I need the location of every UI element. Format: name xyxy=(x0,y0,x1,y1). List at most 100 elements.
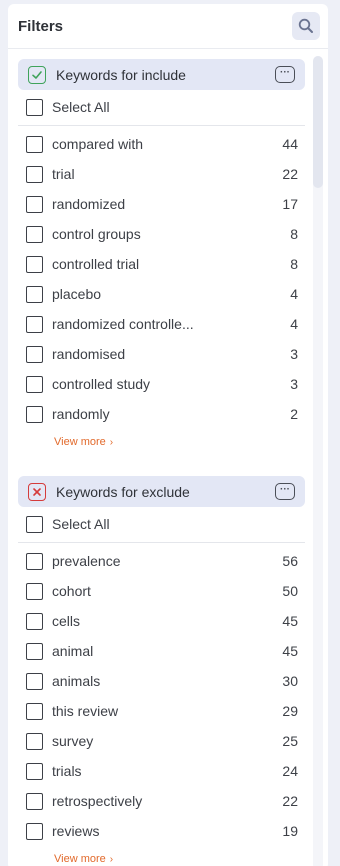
chevron-right-icon: › xyxy=(109,436,114,448)
keyword-label: controlled trial xyxy=(52,256,140,272)
keyword-row[interactable]: randomly 2 xyxy=(26,402,298,426)
keyword-row[interactable]: randomized 17 xyxy=(26,192,298,216)
keyword-label: trial xyxy=(52,166,75,182)
checkbox[interactable] xyxy=(26,315,43,333)
keyword-count: 44 xyxy=(282,136,298,152)
search-button[interactable] xyxy=(292,12,320,40)
keyword-row[interactable]: this review 29 xyxy=(26,699,298,723)
checkbox[interactable] xyxy=(26,515,43,533)
keyword-row[interactable]: randomized controlle... 4 xyxy=(26,312,298,336)
divider xyxy=(18,542,305,543)
keyword-label: control groups xyxy=(52,226,141,242)
exclude-view-more-link[interactable]: View more › xyxy=(54,853,113,865)
checkbox[interactable] xyxy=(26,225,43,243)
keyword-row[interactable]: survey 25 xyxy=(26,729,298,753)
keyword-row[interactable]: animals 30 xyxy=(26,669,298,693)
keyword-count: 3 xyxy=(290,346,298,362)
keyword-label: randomized xyxy=(52,196,126,212)
include-more-button[interactable]: ··· xyxy=(275,66,295,83)
keyword-count: 4 xyxy=(290,316,298,332)
keyword-row[interactable]: controlled trial 8 xyxy=(26,252,298,276)
keyword-label: randomized controlle... xyxy=(52,316,194,332)
keyword-row[interactable]: randomised 3 xyxy=(26,342,298,366)
view-more-label: View more xyxy=(54,436,106,448)
include-check-icon xyxy=(28,65,46,84)
keyword-label: randomised xyxy=(52,346,126,362)
checkbox[interactable] xyxy=(26,375,43,393)
exclude-more-button[interactable]: ··· xyxy=(275,483,295,500)
keyword-row[interactable]: placebo 4 xyxy=(26,282,298,306)
keyword-row[interactable]: control groups 8 xyxy=(26,222,298,246)
filters-header: Filters xyxy=(8,4,328,49)
more-icon: ··· xyxy=(280,483,290,495)
checkbox[interactable] xyxy=(26,732,43,750)
include-view-more-link[interactable]: View more › xyxy=(54,436,113,448)
checkbox[interactable] xyxy=(26,345,43,363)
checkbox[interactable] xyxy=(26,792,43,810)
keyword-label: survey xyxy=(52,733,94,749)
keyword-row[interactable]: reviews 19 xyxy=(26,819,298,843)
keyword-row[interactable]: prevalence 56 xyxy=(26,549,298,573)
checkbox[interactable] xyxy=(26,672,43,690)
keyword-row[interactable]: cells 45 xyxy=(26,609,298,633)
scrollbar-thumb[interactable] xyxy=(313,56,323,188)
search-icon xyxy=(298,18,313,33)
checkbox[interactable] xyxy=(26,642,43,660)
checkbox[interactable] xyxy=(26,582,43,600)
keyword-row[interactable]: controlled study 3 xyxy=(26,372,298,396)
keyword-count: 19 xyxy=(282,823,298,839)
keyword-label: retrospectively xyxy=(52,793,143,809)
keyword-count: 56 xyxy=(282,553,298,569)
checkbox[interactable] xyxy=(26,405,43,423)
more-icon: ··· xyxy=(280,66,290,78)
keyword-count: 45 xyxy=(282,643,298,659)
keyword-count: 24 xyxy=(282,763,298,779)
keyword-count: 8 xyxy=(290,256,298,272)
checkbox[interactable] xyxy=(26,255,43,273)
checkbox[interactable] xyxy=(26,612,43,630)
keyword-count: 17 xyxy=(282,196,298,212)
keyword-count: 50 xyxy=(282,583,298,599)
keyword-count: 8 xyxy=(290,226,298,242)
filters-title: Filters xyxy=(18,17,64,35)
keyword-label: reviews xyxy=(52,823,100,839)
checkbox[interactable] xyxy=(26,195,43,213)
checkbox[interactable] xyxy=(26,98,43,116)
keyword-row[interactable]: trial 22 xyxy=(26,162,298,186)
keyword-label: cohort xyxy=(52,583,91,599)
include-group-header[interactable]: Keywords for include ··· xyxy=(18,59,305,90)
keyword-row[interactable]: retrospectively 22 xyxy=(26,789,298,813)
keyword-count: 45 xyxy=(282,613,298,629)
keyword-row[interactable]: compared with 44 xyxy=(26,132,298,156)
keyword-row[interactable]: trials 24 xyxy=(26,759,298,783)
checkbox[interactable] xyxy=(26,285,43,303)
view-more-label: View more xyxy=(54,853,106,865)
include-select-all[interactable]: Select All xyxy=(26,95,298,119)
select-all-label: Select All xyxy=(52,516,110,532)
keyword-count: 4 xyxy=(290,286,298,302)
checkbox[interactable] xyxy=(26,822,43,840)
checkbox[interactable] xyxy=(26,702,43,720)
keyword-label: this review xyxy=(52,703,119,719)
keyword-row[interactable]: animal 45 xyxy=(26,639,298,663)
checkbox[interactable] xyxy=(26,165,43,183)
keyword-label: animal xyxy=(52,643,94,659)
include-group-title: Keywords for include xyxy=(56,66,186,83)
divider xyxy=(18,125,305,126)
keyword-label: cells xyxy=(52,613,81,629)
checkbox[interactable] xyxy=(26,762,43,780)
keyword-count: 22 xyxy=(282,166,298,182)
keyword-label: compared with xyxy=(52,136,144,152)
keyword-label: prevalence xyxy=(52,553,121,569)
exclude-group-header[interactable]: Keywords for exclude ··· xyxy=(18,476,305,507)
keyword-label: randomly xyxy=(52,406,110,422)
keyword-row[interactable]: cohort 50 xyxy=(26,579,298,603)
checkbox[interactable] xyxy=(26,135,43,153)
filters-panel: Filters Keywords for include ··· Select … xyxy=(8,4,328,866)
scrollbar[interactable] xyxy=(313,56,323,866)
exclude-select-all[interactable]: Select All xyxy=(26,512,298,536)
keyword-count: 2 xyxy=(290,406,298,422)
exclude-x-icon xyxy=(28,482,46,501)
keyword-count: 3 xyxy=(290,376,298,392)
checkbox[interactable] xyxy=(26,552,43,570)
